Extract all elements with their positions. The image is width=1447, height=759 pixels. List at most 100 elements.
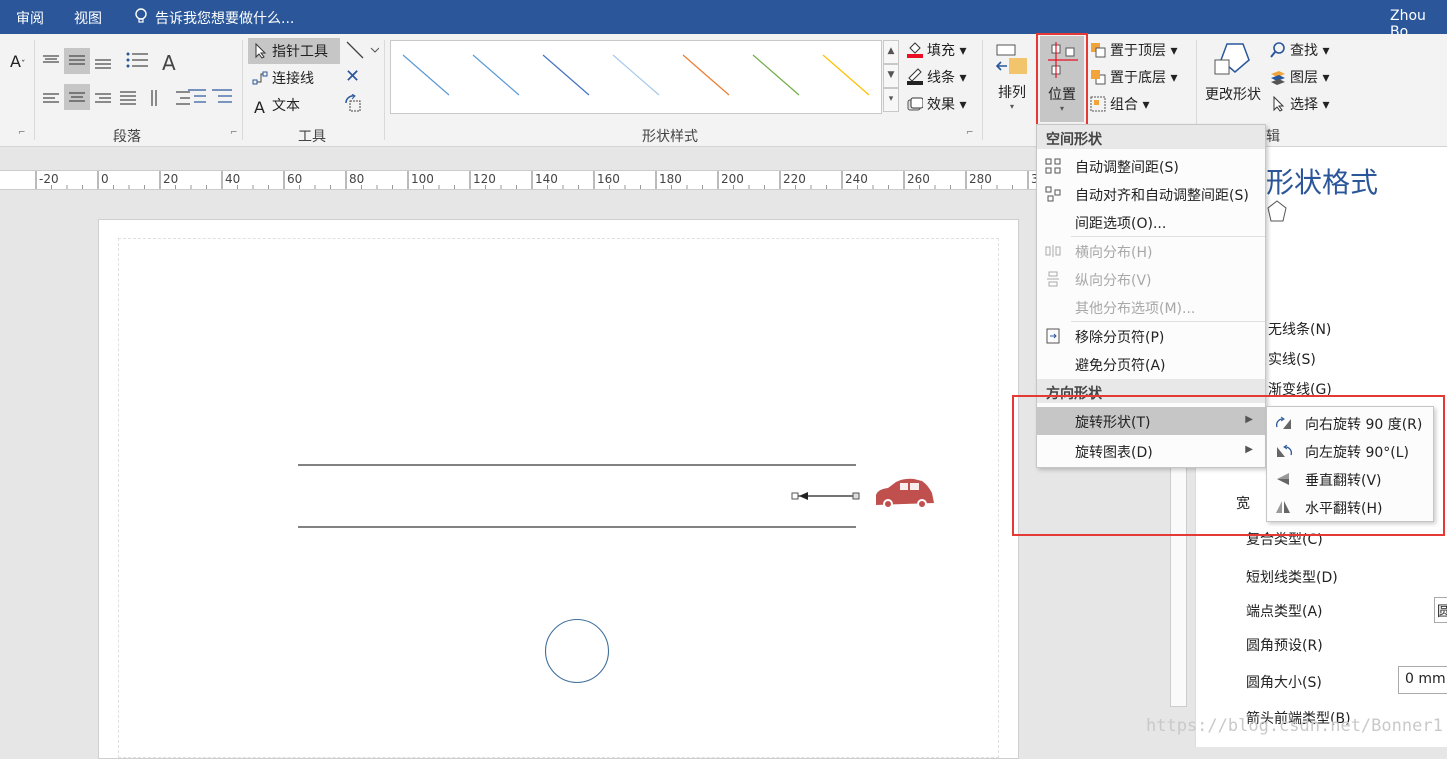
watermark: https://blog.csdn.net/Bonner1 (1146, 716, 1443, 736)
cap-type-select[interactable]: 圆 (1434, 597, 1447, 623)
ruler-label: 20 (163, 172, 178, 186)
effect-icon (907, 96, 924, 112)
ruler-label: 240 (845, 172, 868, 186)
group-button[interactable]: 组合 ▾ (1090, 94, 1149, 114)
ruler-label: 40 (225, 172, 240, 186)
menu-item-spacing-options[interactable]: 间距选项(O)... (1037, 208, 1265, 236)
menu-item-avoid-page-break[interactable]: 避免分页符(A) (1037, 350, 1265, 378)
connector-icon (252, 70, 268, 86)
pointer-icon (252, 42, 268, 59)
cursor-icon (1270, 95, 1286, 112)
dash-type-label: 短划线类型(D) (1246, 570, 1338, 586)
layers-label: 图层 (1290, 70, 1318, 86)
tell-me-search[interactable]: 告诉我您想要做什么... (155, 8, 294, 28)
layers-icon (1270, 69, 1286, 85)
paragraph-align-buttons: A (40, 46, 190, 120)
style-swatch[interactable] (542, 54, 590, 96)
distribute-vertical-icon (1045, 271, 1061, 287)
send-back-icon (1090, 69, 1106, 85)
send-back-label: 置于底层 (1110, 70, 1166, 86)
drawing-canvas[interactable] (296, 455, 946, 689)
line-option-none[interactable]: 无线条(N) (1268, 319, 1331, 339)
pointer-tool-label: 指针工具 (272, 44, 328, 60)
dialog-launcher-icon[interactable]: ⌐ (18, 128, 26, 138)
menu-label: 其他分布选项(M)... (1075, 301, 1196, 317)
rotate-tool-icon[interactable] (343, 93, 365, 120)
effect-button[interactable]: 效果 ▾ (907, 94, 966, 114)
menu-item-auto-align-space[interactable]: 自动对齐和自动调整间距(S) (1037, 180, 1265, 208)
style-swatch[interactable] (402, 54, 450, 96)
shape-style-gallery[interactable] (390, 40, 882, 114)
font-size-icon[interactable]: Aˇ (10, 52, 25, 71)
tab-view[interactable]: 视图 (74, 8, 102, 28)
lightbulb-icon (134, 8, 148, 28)
style-swatch[interactable] (612, 54, 660, 96)
ruler-label: 80 (349, 172, 364, 186)
car-icon (876, 478, 934, 509)
position-highlight-box (1036, 33, 1088, 131)
menu-item-remove-page-break[interactable]: 移除分页符(P) (1037, 322, 1265, 350)
line-button[interactable]: 线条 ▾ (907, 67, 966, 87)
line-option-solid[interactable]: 实线(S) (1268, 349, 1316, 369)
style-swatch[interactable] (822, 54, 870, 96)
menu-label: 自动调整间距(S) (1075, 160, 1179, 176)
menu-label: 间距选项(O)... (1075, 216, 1167, 232)
arrange-icon (995, 44, 1027, 74)
connector-button[interactable]: 连接线 (252, 68, 314, 88)
text-tool-label: 文本 (272, 98, 300, 114)
send-to-back-button[interactable]: 置于底层 ▾ (1090, 67, 1177, 87)
menu-item-auto-space[interactable]: 自动调整间距(S) (1037, 152, 1265, 180)
dialog-launcher-icon[interactable]: ⌐ (230, 128, 238, 138)
fill-button[interactable]: 填充 ▾ (907, 40, 966, 60)
effect-label: 效果 (927, 97, 955, 113)
ruler-label: 280 (969, 172, 992, 186)
change-shape-label: 更改形状 (1205, 87, 1261, 103)
dialog-launcher-icon[interactable]: ⌐ (966, 128, 974, 138)
close-icon[interactable]: ✕ (345, 66, 360, 87)
arrange-button[interactable]: 排列 ▾ (992, 42, 1032, 111)
select-button[interactable]: 选择 ▾ (1270, 94, 1329, 114)
ruler-label: 260 (907, 172, 930, 186)
corner-size-label: 圆角大小(S) (1246, 675, 1322, 691)
style-swatch[interactable] (682, 54, 730, 96)
indent-icons[interactable] (186, 86, 236, 114)
find-button[interactable]: 查找 ▾ (1270, 40, 1329, 60)
group-label-paragraph: 段落 (113, 129, 141, 145)
text-tool-button[interactable]: A 文本 (254, 95, 300, 117)
find-label: 查找 (1290, 43, 1318, 59)
style-swatch[interactable] (472, 54, 520, 96)
style-swatches[interactable] (391, 41, 881, 113)
gallery-more-button[interactable]: ▾ (883, 88, 899, 112)
circle-shape (544, 618, 610, 684)
menu-label: 自动对齐和自动调整间距(S) (1075, 188, 1249, 204)
ruler-label: -20 (39, 172, 59, 186)
menu-header-space-shapes: 空间形状 (1037, 125, 1265, 149)
text-icon: A (254, 98, 265, 117)
menu-label: 横向分布(H) (1075, 245, 1153, 261)
pentagon-icon[interactable] (1266, 199, 1288, 229)
svg-text:A: A (162, 51, 176, 75)
ruler-label: 200 (721, 172, 744, 186)
gallery-up-button[interactable]: ▲ (883, 40, 899, 64)
pointer-tool-button[interactable]: 指针工具 (248, 38, 340, 64)
tab-review[interactable]: 审阅 (16, 8, 44, 28)
gallery-down-button[interactable]: ▼ (883, 64, 899, 88)
bring-to-front-button[interactable]: 置于顶层 ▾ (1090, 40, 1177, 60)
corner-size-input[interactable]: 0 mm (1398, 666, 1447, 694)
menu-item-distribute-vertical: 纵向分布(V) (1037, 265, 1265, 293)
group-label: 组合 (1110, 97, 1138, 113)
horizontal-ruler: -20 0 20 40 60 80 100 120 140 160 180 200 220 240 260 2… (0, 170, 1040, 190)
group-label-shape-styles: 形状样式 (642, 129, 698, 145)
ruler-label: 220 (783, 172, 806, 186)
change-shape-button[interactable]: 更改形状 (1202, 40, 1264, 104)
layers-button[interactable]: 图层 ▾ (1270, 67, 1329, 87)
auto-align-icon (1045, 186, 1061, 202)
style-swatch[interactable] (752, 54, 800, 96)
group-label-tools: 工具 (298, 129, 326, 145)
bring-front-icon (1090, 42, 1106, 58)
line-label: 线条 (927, 70, 955, 86)
line-icon (346, 41, 380, 59)
ruler-label: 100 (411, 172, 434, 186)
line-tool-button[interactable] (345, 40, 380, 64)
arrange-label: 排列 (998, 85, 1026, 101)
